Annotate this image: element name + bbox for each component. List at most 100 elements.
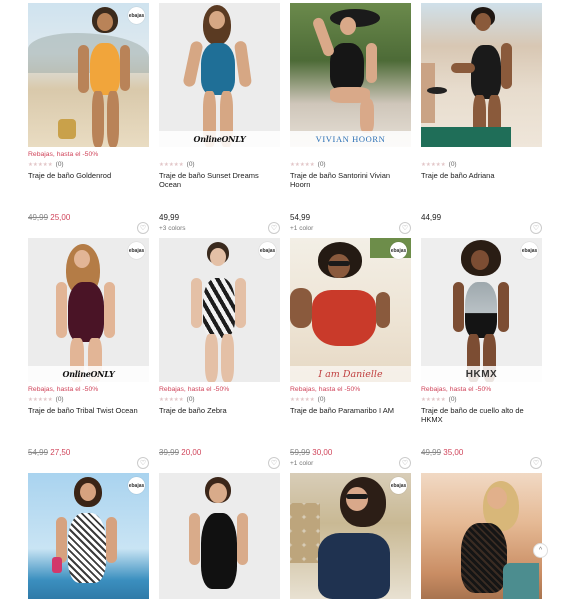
product-card[interactable]: ebajas (28, 473, 149, 599)
product-name[interactable]: Traje de baño de cuello alto de HKMX (421, 406, 539, 424)
rebajas-badge: ebajas (390, 477, 407, 494)
sale-price: 27,50 (50, 448, 71, 457)
promo-text: Rebajas, hasta el -50% (290, 386, 361, 393)
rating-stars: ★★★★★ (0) (421, 396, 457, 403)
product-image[interactable]: ebajas (28, 473, 149, 599)
review-count: (0) (55, 396, 64, 403)
color-count[interactable]: +1 color (290, 460, 313, 467)
wishlist-heart-icon[interactable]: ♡ (268, 457, 280, 469)
product-image[interactable] (421, 473, 542, 599)
old-price: 39,99 (159, 448, 180, 457)
rating-stars: ★★★★★ (0) (159, 396, 195, 403)
product-card[interactable]: ebajas HKMX Rebajas, hasta el -50% ★★★★★… (421, 238, 542, 474)
review-count: (0) (55, 161, 64, 168)
brand-logo-strip: VIVIAN HOORN (290, 131, 411, 147)
price: 49,99 35,00 (421, 448, 463, 457)
rebajas-badge: ebajas (259, 242, 276, 259)
price: 49,99 25,00 (28, 213, 70, 222)
promo-text: Rebajas, hasta el -50% (28, 151, 99, 158)
product-image[interactable]: ebajas I am Danielle (290, 238, 411, 382)
rebajas-badge: ebajas (521, 242, 538, 259)
product-name[interactable]: Traje de baño Tribal Twist Ocean (28, 406, 146, 415)
product-card[interactable]: ★★★★★ (0) Traje de baño Adriana 44,99 ♡ (421, 3, 542, 239)
promo-text: Rebajas, hasta el -50% (28, 386, 99, 393)
rebajas-badge: ebajas (128, 242, 145, 259)
brand-logo: HKMX (465, 368, 498, 380)
product-card[interactable]: ebajas I am Danielle Rebajas, hasta el -… (290, 238, 411, 474)
color-count[interactable]: +1 color (290, 225, 313, 232)
star-icon: ★★★★★ (159, 396, 184, 403)
product-name[interactable]: Traje de baño Santorini Vivian Hoorn (290, 171, 408, 189)
review-count: (0) (317, 396, 326, 403)
brand-logo-strip: I am Danielle (290, 366, 411, 382)
brand-logo-strip: HKMX (421, 366, 542, 382)
wishlist-heart-icon[interactable]: ♡ (530, 457, 542, 469)
product-image[interactable]: ebajas (290, 473, 411, 599)
product-card[interactable]: ebajas Rebajas, hasta el -50% ★★★★★ (0) T… (28, 3, 149, 239)
review-count: (0) (186, 161, 195, 168)
product-image[interactable]: ebajas (28, 3, 149, 147)
rating-stars: ★★★★★ (0) (28, 396, 64, 403)
product-image[interactable] (421, 3, 542, 147)
product-image[interactable]: VIVIAN HOORN (290, 3, 411, 147)
star-icon: ★★★★★ (421, 161, 446, 168)
brand-logo: OnlineONLY (62, 369, 115, 379)
product-image[interactable]: ebajas HKMX (421, 238, 542, 382)
price: 54,99 27,50 (28, 448, 70, 457)
product-card[interactable]: VIVIAN HOORN ★★★★★ (0) Traje de baño Sant… (290, 3, 411, 239)
wishlist-heart-icon[interactable]: ♡ (399, 222, 411, 234)
sale-price: 20,00 (181, 448, 202, 457)
wishlist-heart-icon[interactable]: ♡ (268, 222, 280, 234)
price: 59,99 30,00 (290, 448, 332, 457)
product-card[interactable]: ebajas OnlineONLY Rebajas, hasta el -50%… (28, 238, 149, 474)
brand-logo: I am Danielle (318, 368, 383, 380)
star-icon: ★★★★★ (290, 396, 315, 403)
scroll-to-top-button[interactable]: ^ (533, 543, 548, 558)
wishlist-heart-icon[interactable]: ♡ (137, 457, 149, 469)
review-count: (0) (448, 396, 457, 403)
product-name[interactable]: Traje de baño Adriana (421, 171, 539, 180)
old-price: 54,99 (28, 448, 49, 457)
product-image[interactable] (159, 473, 280, 599)
wishlist-heart-icon[interactable]: ♡ (137, 222, 149, 234)
star-icon: ★★★★★ (290, 161, 315, 168)
rating-stars: ★★★★★ (0) (159, 161, 195, 168)
wishlist-heart-icon[interactable]: ♡ (530, 222, 542, 234)
rating-stars: ★★★★★ (0) (290, 161, 326, 168)
product-card[interactable]: ebajas (290, 473, 411, 599)
brand-logo: OnlineONLY (193, 134, 246, 144)
brand-logo-strip: OnlineONLY (28, 366, 149, 382)
star-icon: ★★★★★ (28, 396, 53, 403)
product-name[interactable]: Traje de baño Paramaribo I AM (290, 406, 408, 415)
review-count: (0) (186, 396, 195, 403)
rebajas-badge: ebajas (390, 242, 407, 259)
promo-text: Rebajas, hasta el -50% (421, 386, 492, 393)
wishlist-heart-icon[interactable]: ♡ (399, 457, 411, 469)
product-card[interactable] (421, 473, 542, 599)
product-card[interactable]: OnlineONLY ★★★★★ (0) Traje de baño Sunset… (159, 3, 280, 239)
price: 44,99 (421, 213, 442, 222)
rating-stars: ★★★★★ (0) (28, 161, 64, 168)
product-image[interactable]: ebajas OnlineONLY (28, 238, 149, 382)
product-card[interactable] (159, 473, 280, 599)
product-card[interactable]: ebajas Rebajas, hasta el -50% ★★★★★ (0) T… (159, 238, 280, 474)
star-icon: ★★★★★ (159, 161, 184, 168)
sale-price: 25,00 (50, 213, 71, 222)
product-name[interactable]: Traje de baño Sunset Dreams Ocean (159, 171, 277, 189)
product-image[interactable]: ebajas (159, 238, 280, 382)
rebajas-badge: ebajas (128, 477, 145, 494)
review-count: (0) (317, 161, 326, 168)
promo-text: Rebajas, hasta el -50% (159, 386, 230, 393)
color-count[interactable]: +3 colors (159, 225, 186, 232)
star-icon: ★★★★★ (28, 161, 53, 168)
product-name[interactable]: Traje de baño Zebra (159, 406, 277, 415)
chevron-up-icon: ^ (538, 547, 543, 554)
product-name[interactable]: Traje de baño Goldenrod (28, 171, 146, 180)
old-price: 49,99 (28, 213, 49, 222)
price: 49,99 (159, 213, 180, 222)
rating-stars: ★★★★★ (0) (421, 161, 457, 168)
product-image[interactable]: OnlineONLY (159, 3, 280, 147)
price: 54,99 (290, 213, 311, 222)
star-icon: ★★★★★ (421, 396, 446, 403)
sale-price: 30,00 (312, 448, 333, 457)
